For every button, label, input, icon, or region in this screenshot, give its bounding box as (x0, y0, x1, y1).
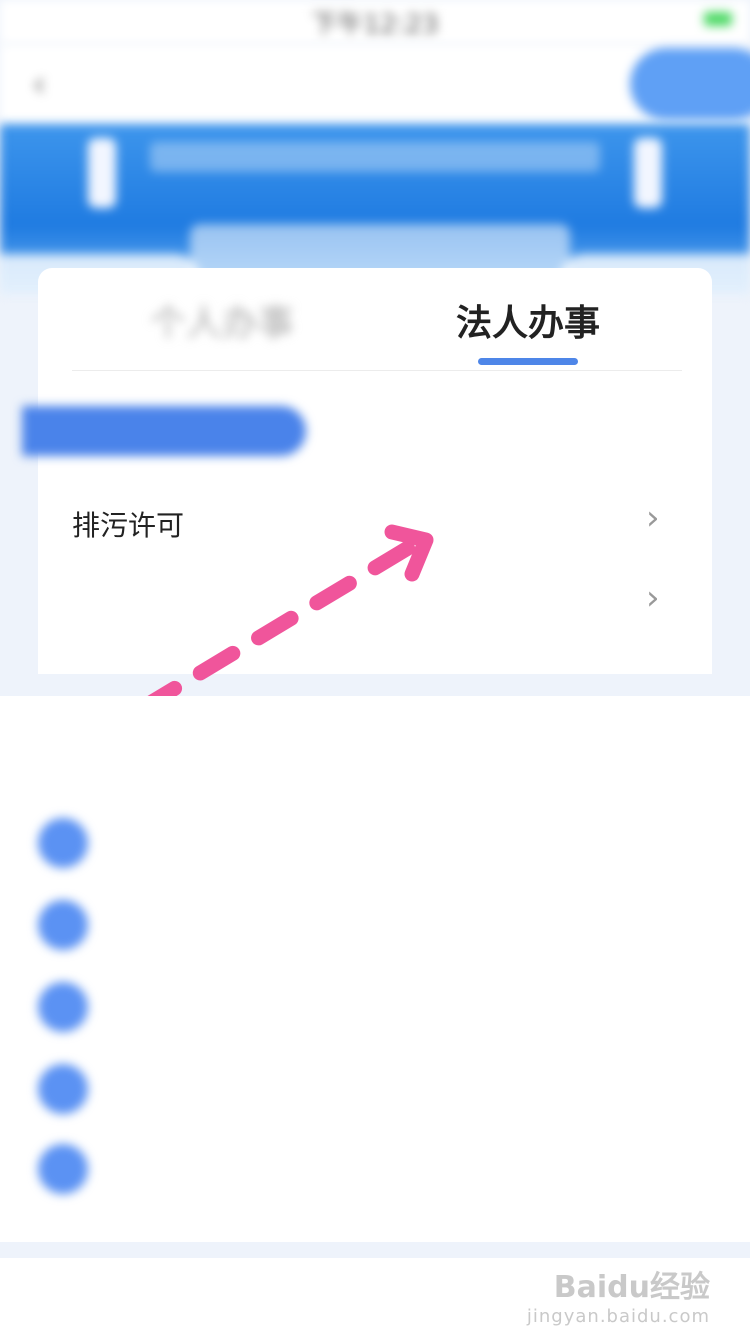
service-card: 个人办事 法人办事 排污许可 › › (22, 268, 712, 674)
watermark: Baidu经验 jingyan.baidu.com (527, 1262, 710, 1327)
lantern-icon (88, 138, 116, 208)
status-time: 下午12:23 (311, 10, 439, 40)
info-row (38, 1064, 698, 1124)
tab-active-indicator (478, 358, 578, 365)
info-row (38, 900, 698, 960)
tab-divider (72, 370, 682, 371)
info-row (38, 818, 698, 878)
list-item-pollution-permit[interactable]: 排污许可 › (38, 484, 712, 560)
chevron-right-icon: › (646, 578, 660, 618)
list-item-label: 排污许可 (72, 509, 185, 542)
tab-personal[interactable]: 个人办事 (150, 294, 294, 346)
chevron-right-icon: › (646, 498, 660, 538)
info-row (38, 1144, 698, 1204)
back-arrow-icon[interactable]: ‹ (32, 64, 46, 105)
baidu-logo: Baidu经验 (553, 1270, 710, 1305)
bullet-icon (38, 1144, 88, 1194)
banner-ribbon (150, 142, 600, 172)
tab-legal[interactable]: 法人办事 (456, 294, 600, 346)
battery-status (698, 6, 732, 31)
watermark-url: jingyan.baidu.com (526, 1306, 710, 1327)
bullet-icon (38, 900, 88, 950)
battery-icon (704, 12, 732, 26)
bullet-icon (38, 982, 88, 1032)
info-row (38, 982, 698, 1042)
list-item[interactable]: › (38, 564, 712, 640)
nav-bar: ‹ (0, 44, 750, 126)
nav-action-button[interactable] (630, 48, 750, 120)
section-label (22, 406, 306, 456)
lantern-icon (634, 138, 662, 208)
bullet-icon (38, 1064, 88, 1114)
info-panel (0, 696, 750, 1242)
status-bar: 下午12:23 (0, 0, 750, 44)
bullet-icon (38, 818, 88, 868)
